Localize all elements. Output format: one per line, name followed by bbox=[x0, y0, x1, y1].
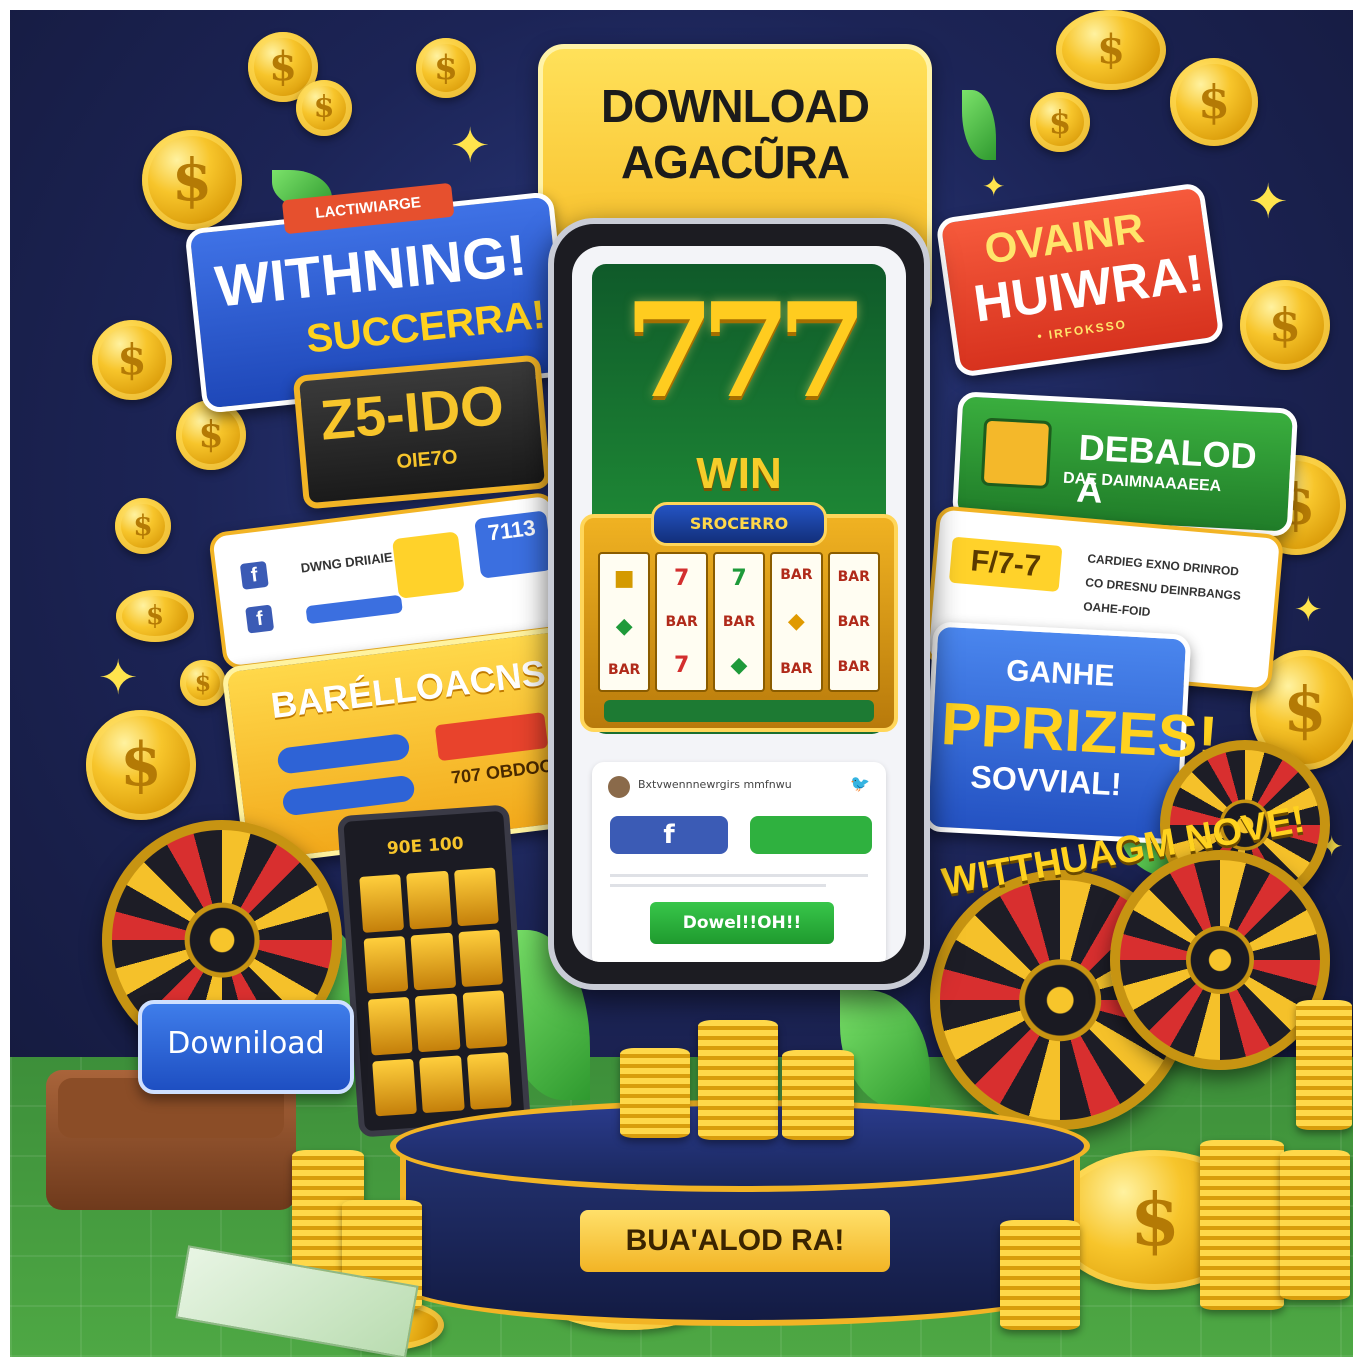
reel-symbol: BAR bbox=[837, 568, 870, 585]
avatar bbox=[608, 776, 630, 798]
facebook-button[interactable]: f bbox=[610, 816, 728, 854]
sparkle-icon: ✦ bbox=[982, 170, 1006, 203]
reel-symbol: BAR bbox=[780, 567, 813, 584]
reel-symbol: 7 bbox=[673, 653, 690, 679]
win-label: WIN bbox=[696, 449, 782, 498]
hurray-sign: OVAINR HUIWRA! • IRFOKSSO bbox=[935, 181, 1225, 379]
reel: BAR BAR BAR bbox=[827, 552, 880, 692]
score-sub: OIE7O bbox=[395, 446, 459, 474]
coin-icon: $ bbox=[1240, 280, 1330, 370]
reel-symbol: ◆ bbox=[615, 613, 633, 639]
reel-symbol: BAR bbox=[608, 662, 641, 679]
header-line2: AGACŨRA bbox=[620, 136, 850, 188]
slot-game-area: 777 WIN SROCERRO ■ ◆ BAR 7 BAR 7 7 BAR ◆… bbox=[580, 264, 898, 734]
header-line1: DOWNLOAD bbox=[601, 80, 870, 132]
coin-icon: $ bbox=[142, 130, 242, 230]
prizes-sign: GANHE PPRIZES! SOVVIAL! bbox=[922, 621, 1219, 845]
coin-icon: $ bbox=[92, 320, 172, 400]
smartphone: 777 WIN SROCERRO ■ ◆ BAR 7 BAR 7 7 BAR ◆… bbox=[548, 218, 930, 990]
twitter-icon[interactable]: 🐦 bbox=[850, 774, 870, 793]
coin-icon: $ bbox=[176, 400, 246, 470]
podium-plate: BUA'ALOD RA! bbox=[580, 1210, 890, 1272]
bonus-card-pill bbox=[281, 774, 416, 817]
leaf-icon bbox=[962, 90, 996, 160]
app-icon bbox=[980, 417, 1053, 490]
coin-icon: $ bbox=[416, 38, 476, 98]
coin-icon: $ bbox=[296, 80, 352, 136]
coin-stack bbox=[1200, 1140, 1284, 1310]
social-card-bar bbox=[305, 594, 403, 625]
promo-illustration: $ $ $ $ $ $ $ $ $ $ $ $ $ $ $ $ $ $ $ ✦ … bbox=[10, 10, 1353, 1357]
download-button[interactable]: Downiload bbox=[138, 1000, 354, 1094]
coin-icon: $ bbox=[116, 590, 194, 642]
reel-symbol: BAR bbox=[837, 613, 870, 630]
bonus-card-value: 707 OBDOO bbox=[449, 755, 555, 788]
slot-reels: ■ ◆ BAR 7 BAR 7 7 BAR ◆ BAR ◆ BAR BAR BA… bbox=[598, 552, 880, 692]
reel: BAR ◆ BAR bbox=[770, 552, 823, 692]
facebook-icon: f bbox=[239, 560, 269, 590]
tablet-game-grid bbox=[359, 867, 512, 1117]
coin-icon: $ bbox=[115, 498, 171, 554]
coin-icon: $ bbox=[1170, 58, 1258, 146]
reel-symbol: 7 bbox=[731, 565, 747, 591]
tablet-title: 90E 100 bbox=[386, 833, 465, 859]
reel: 7 BAR 7 bbox=[655, 552, 708, 692]
reel: 7 BAR ◆ bbox=[712, 552, 766, 692]
sparkle-icon: ✦ bbox=[1248, 174, 1289, 230]
download-now-button[interactable]: Dowel!!OH!! bbox=[650, 902, 834, 944]
social-card-blue-tile: 7113 bbox=[474, 510, 553, 579]
reel-symbol: BAR bbox=[837, 659, 870, 676]
login-card: Bxtvwennnewrgirs mmfnwu 🐦 f Dowel!!OH!! bbox=[592, 762, 886, 962]
info-card-lines: CARDIEG EXNO DRINROD CO DRESNU DEINRBANG… bbox=[1082, 546, 1244, 631]
bonus-card-pill bbox=[276, 732, 411, 775]
reel-symbol: 7 bbox=[673, 565, 690, 591]
jackpot-number: 777 bbox=[624, 274, 867, 427]
sparkle-icon: ✦ bbox=[1294, 590, 1323, 630]
sparkle-icon: ✦ bbox=[450, 118, 491, 174]
coin-stack bbox=[620, 1048, 690, 1138]
prizes-line3: SOVVIAL! bbox=[969, 758, 1123, 803]
reel-symbol: ◆ bbox=[730, 653, 748, 679]
divider bbox=[610, 874, 868, 877]
bonus-card-red-tag bbox=[434, 712, 549, 762]
tablet-device: 90E 100 bbox=[336, 804, 532, 1138]
coin-stack bbox=[1296, 1000, 1352, 1130]
coin-stack bbox=[1000, 1220, 1080, 1330]
slot-base-controls bbox=[604, 700, 874, 722]
slot-banner: SROCERRO bbox=[651, 502, 827, 546]
coin-icon: $ bbox=[180, 660, 226, 706]
reel: ■ ◆ BAR bbox=[598, 552, 651, 692]
coin-stack bbox=[698, 1020, 778, 1140]
reel-symbol: BAR bbox=[780, 660, 813, 677]
phone-screen: 777 WIN SROCERRO ■ ◆ BAR 7 BAR 7 7 BAR ◆… bbox=[572, 246, 906, 962]
coin-stack bbox=[1280, 1150, 1350, 1300]
yellow-tile bbox=[391, 531, 465, 599]
facebook-icon: f bbox=[245, 604, 275, 634]
social-card-text: DWNG DRIIAIE bbox=[299, 549, 394, 576]
reel-symbol: BAR bbox=[722, 613, 756, 630]
coin-stack bbox=[782, 1050, 854, 1140]
score-panel: Z5-IDO OIE7O bbox=[292, 354, 552, 510]
coin-icon: $ bbox=[1056, 10, 1166, 90]
reel-symbol: BAR bbox=[665, 613, 698, 630]
coin-icon: $ bbox=[86, 710, 196, 820]
green-signup-button[interactable] bbox=[750, 816, 872, 854]
slot-machine: SROCERRO ■ ◆ BAR 7 BAR 7 7 BAR ◆ BAR ◆ B… bbox=[580, 502, 898, 732]
login-card-header: Bxtvwennnewrgirs mmfnwu bbox=[638, 778, 792, 791]
coin-icon: $ bbox=[1030, 92, 1090, 152]
reel-symbol: ◆ bbox=[787, 609, 805, 635]
score-value: Z5-IDO bbox=[317, 372, 507, 452]
sparkle-icon: ✦ bbox=[98, 650, 139, 706]
divider bbox=[610, 884, 826, 887]
info-card-badge: F/7-7 bbox=[948, 536, 1063, 593]
reel-symbol: ■ bbox=[613, 565, 635, 591]
prizes-line1: GANHE bbox=[1005, 654, 1116, 693]
